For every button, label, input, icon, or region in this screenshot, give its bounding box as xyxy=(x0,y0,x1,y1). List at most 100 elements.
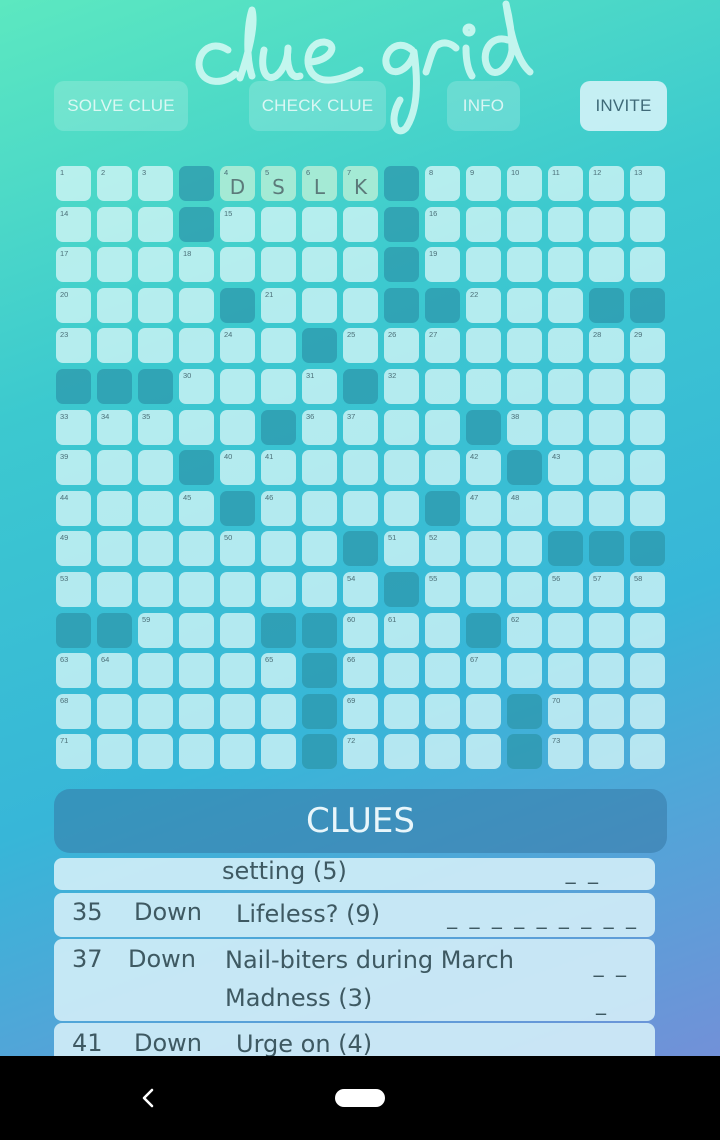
grid-cell[interactable] xyxy=(466,571,501,607)
grid-cell[interactable] xyxy=(302,287,337,323)
grid-cell[interactable]: 47 xyxy=(466,490,501,526)
grid-cell[interactable] xyxy=(507,368,542,404)
grid-cell[interactable]: 51 xyxy=(384,531,419,567)
grid-cell[interactable]: 46 xyxy=(261,490,296,526)
grid-cell[interactable]: 12 xyxy=(589,166,624,201)
grid-cell[interactable]: 49 xyxy=(56,531,91,567)
grid-cell[interactable] xyxy=(179,653,214,689)
grid-cell[interactable]: 57 xyxy=(589,571,624,607)
grid-cell[interactable]: 39 xyxy=(56,450,91,486)
grid-cell[interactable] xyxy=(97,490,132,526)
grid-cell[interactable] xyxy=(343,490,378,526)
grid-cell[interactable] xyxy=(138,531,173,567)
grid-cell[interactable] xyxy=(589,368,624,404)
grid-cell[interactable] xyxy=(589,653,624,689)
grid-cell[interactable] xyxy=(425,653,460,689)
grid-cell[interactable]: 1 xyxy=(56,166,91,201)
grid-cell[interactable] xyxy=(630,450,665,486)
grid-cell[interactable] xyxy=(425,450,460,486)
grid-cell[interactable] xyxy=(589,490,624,526)
grid-cell[interactable]: 22 xyxy=(466,287,501,323)
grid-cell[interactable] xyxy=(138,693,173,729)
grid-cell[interactable]: 60 xyxy=(343,612,378,648)
grid-cell[interactable]: 48 xyxy=(507,490,542,526)
grid-cell[interactable]: 42 xyxy=(466,450,501,486)
grid-cell[interactable] xyxy=(384,490,419,526)
grid-cell[interactable] xyxy=(630,490,665,526)
grid-cell[interactable] xyxy=(466,368,501,404)
grid-cell[interactable]: 58 xyxy=(630,571,665,607)
grid-cell[interactable] xyxy=(589,450,624,486)
grid-cell[interactable] xyxy=(138,571,173,607)
grid-cell[interactable] xyxy=(548,247,583,283)
grid-cell[interactable] xyxy=(589,206,624,242)
grid-cell[interactable] xyxy=(548,206,583,242)
grid-cell[interactable]: 5S xyxy=(261,166,296,201)
grid-cell[interactable] xyxy=(507,328,542,364)
grid-cell[interactable] xyxy=(548,328,583,364)
grid-cell[interactable]: 43 xyxy=(548,450,583,486)
grid-cell[interactable] xyxy=(97,571,132,607)
grid-cell[interactable] xyxy=(97,247,132,283)
grid-cell[interactable]: 14 xyxy=(56,206,91,242)
grid-cell[interactable] xyxy=(97,328,132,364)
grid-cell[interactable] xyxy=(302,490,337,526)
grid-cell[interactable]: 69 xyxy=(343,693,378,729)
grid-cell[interactable] xyxy=(220,247,255,283)
grid-cell[interactable]: 64 xyxy=(97,653,132,689)
grid-cell[interactable]: 31 xyxy=(302,368,337,404)
check-clue-button[interactable]: CHECK CLUE xyxy=(249,81,386,131)
grid-cell[interactable]: 33 xyxy=(56,409,91,445)
grid-cell[interactable] xyxy=(97,450,132,486)
grid-cell[interactable] xyxy=(302,571,337,607)
grid-cell[interactable] xyxy=(425,734,460,770)
grid-cell[interactable] xyxy=(507,247,542,283)
grid-cell[interactable] xyxy=(507,653,542,689)
grid-cell[interactable] xyxy=(261,328,296,364)
grid-cell[interactable] xyxy=(630,247,665,283)
grid-cell[interactable]: 70 xyxy=(548,693,583,729)
grid-cell[interactable] xyxy=(138,450,173,486)
grid-cell[interactable]: 23 xyxy=(56,328,91,364)
grid-cell[interactable]: 10 xyxy=(507,166,542,201)
grid-cell[interactable]: 50 xyxy=(220,531,255,567)
grid-cell[interactable]: 66 xyxy=(343,653,378,689)
grid-cell[interactable]: 68 xyxy=(56,693,91,729)
grid-cell[interactable] xyxy=(630,206,665,242)
grid-cell[interactable] xyxy=(220,653,255,689)
grid-cell[interactable] xyxy=(589,247,624,283)
invite-button[interactable]: INVITE xyxy=(580,81,667,131)
grid-cell[interactable] xyxy=(425,693,460,729)
grid-cell[interactable]: 2 xyxy=(97,166,132,201)
grid-cell[interactable]: 44 xyxy=(56,490,91,526)
grid-cell[interactable]: 26 xyxy=(384,328,419,364)
grid-cell[interactable] xyxy=(384,409,419,445)
grid-cell[interactable] xyxy=(302,450,337,486)
grid-cell[interactable]: 40 xyxy=(220,450,255,486)
clue-item[interactable]: setting (5) _ _ xyxy=(54,858,655,890)
grid-cell[interactable]: 4D xyxy=(220,166,255,201)
grid-cell[interactable] xyxy=(630,693,665,729)
grid-cell[interactable] xyxy=(507,531,542,567)
grid-cell[interactable]: 38 xyxy=(507,409,542,445)
grid-cell[interactable]: 45 xyxy=(179,490,214,526)
grid-cell[interactable]: 21 xyxy=(261,287,296,323)
grid-cell[interactable]: 8 xyxy=(425,166,460,201)
grid-cell[interactable]: 32 xyxy=(384,368,419,404)
back-icon[interactable] xyxy=(136,1078,160,1118)
grid-cell[interactable] xyxy=(630,368,665,404)
grid-cell[interactable] xyxy=(179,328,214,364)
grid-cell[interactable] xyxy=(138,490,173,526)
grid-cell[interactable] xyxy=(630,409,665,445)
grid-cell[interactable] xyxy=(261,734,296,770)
grid-cell[interactable] xyxy=(302,206,337,242)
grid-cell[interactable] xyxy=(343,206,378,242)
grid-cell[interactable] xyxy=(548,368,583,404)
grid-cell[interactable]: 9 xyxy=(466,166,501,201)
grid-cell[interactable]: 72 xyxy=(343,734,378,770)
grid-cell[interactable] xyxy=(179,612,214,648)
grid-cell[interactable] xyxy=(425,409,460,445)
grid-cell[interactable] xyxy=(179,734,214,770)
grid-cell[interactable]: 3 xyxy=(138,166,173,201)
grid-cell[interactable] xyxy=(466,328,501,364)
